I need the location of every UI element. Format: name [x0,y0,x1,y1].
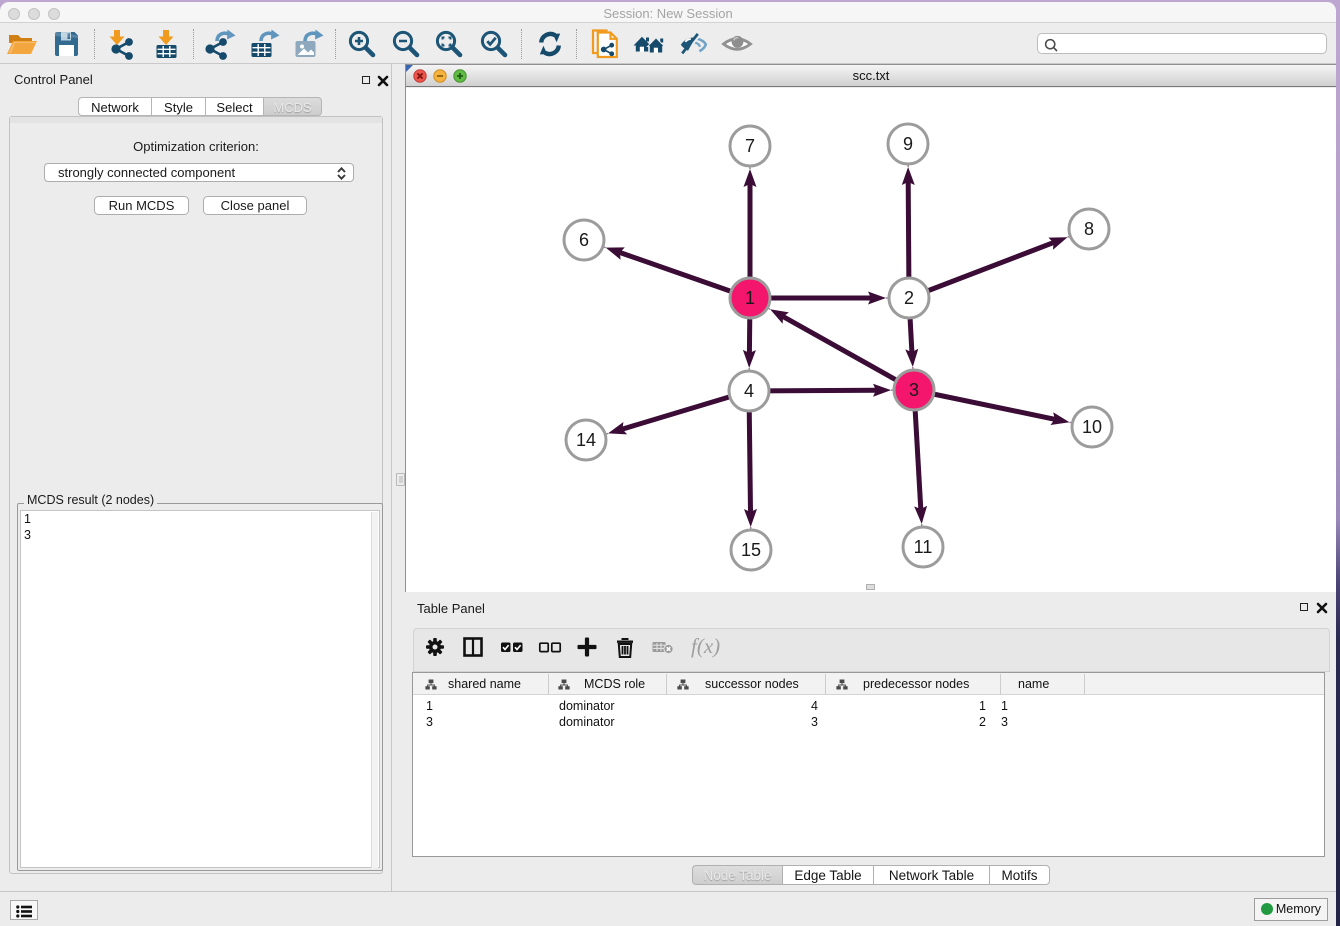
svg-text:9: 9 [903,134,913,154]
svg-text:3: 3 [909,380,919,400]
svg-text:14: 14 [576,430,596,450]
svg-text:2: 2 [904,288,914,308]
svg-text:15: 15 [741,540,761,560]
svg-text:11: 11 [914,537,933,557]
svg-text:1: 1 [745,288,755,308]
svg-text:10: 10 [1082,417,1102,437]
svg-text:6: 6 [579,230,589,250]
svg-text:8: 8 [1084,219,1094,239]
svg-text:7: 7 [745,136,755,156]
svg-text:4: 4 [744,381,754,401]
